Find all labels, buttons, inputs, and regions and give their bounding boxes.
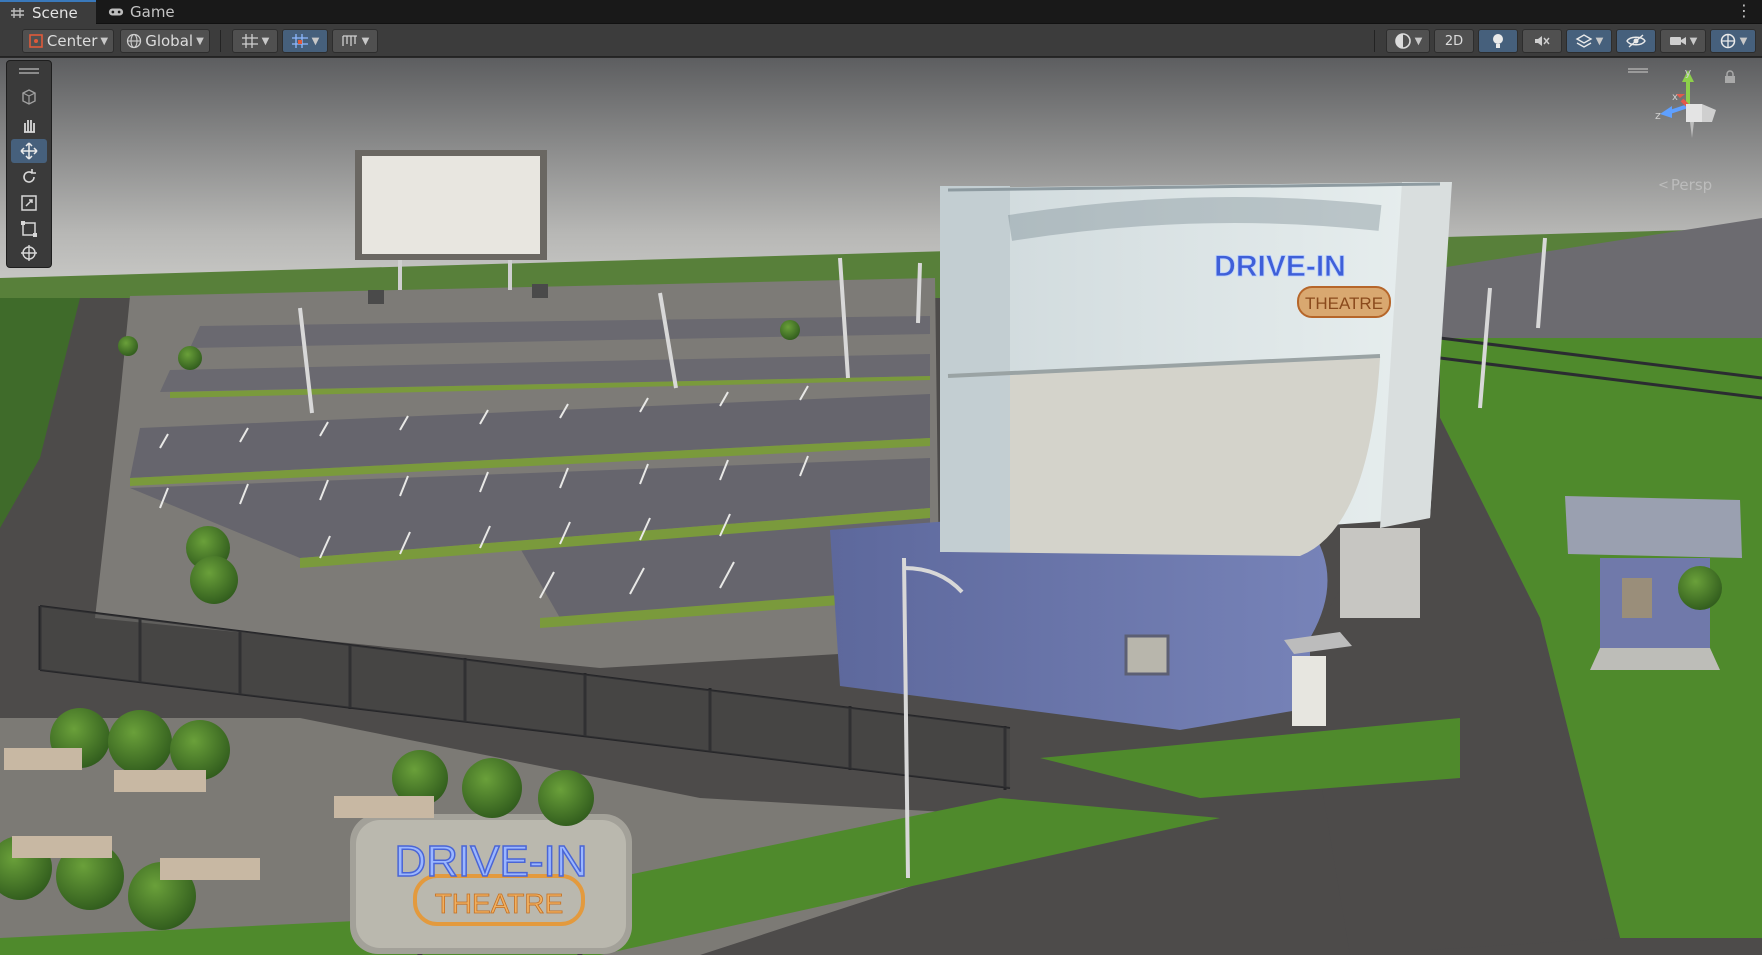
pivot-rotation-dropdown[interactable]: Global ▼	[120, 29, 210, 53]
pivot-mode-dropdown[interactable]: Center ▼	[22, 29, 114, 53]
grid-visibility-button[interactable]: ▼	[232, 29, 278, 53]
toolbar-divider	[220, 30, 221, 52]
shaded-sphere-icon	[1394, 33, 1411, 49]
building-sign-drive-in: DRIVE-IN	[1214, 250, 1346, 283]
tab-scene[interactable]: Scene	[0, 0, 96, 24]
chevron-down-icon: ▼	[196, 35, 204, 47]
toggle-2d-button[interactable]: 2D	[1434, 29, 1474, 53]
camera-settings-dropdown[interactable]: ▼	[1660, 29, 1706, 53]
rect-transform-icon	[21, 221, 37, 237]
lightbulb-icon	[1493, 34, 1503, 48]
transform-gizmo-icon	[21, 245, 37, 261]
rotate-tool-button[interactable]	[11, 165, 47, 189]
cube-icon	[22, 89, 36, 105]
tab-bar: Scene Game ⋮	[0, 0, 1762, 24]
gizmos-dropdown[interactable]: ▼	[1710, 29, 1756, 53]
hand-icon	[24, 120, 35, 133]
building-sign-theatre: THEATRE	[1305, 294, 1383, 313]
toggle-2d-label: 2D	[1444, 33, 1464, 49]
grid-snapping-button[interactable]: ▼	[282, 29, 328, 53]
scene-viewport[interactable]: DRIVE-IN THEATRE DRIVE-IN THEATRE y z x …	[0, 58, 1762, 955]
scale-tool-button[interactable]	[11, 191, 47, 215]
transform-tool-button[interactable]	[11, 241, 47, 265]
toolbar-divider	[1374, 30, 1375, 52]
pivot-rotation-label: Global	[145, 32, 194, 50]
gizmo-y-label: y	[1685, 66, 1692, 79]
scene-toolbar: Center ▼ Global ▼ ▼ ▼ ▼ ▼ 2D ▼ ▼ ▼	[0, 24, 1762, 57]
draw-mode-dropdown[interactable]: ▼	[1386, 29, 1430, 53]
chevron-down-icon: ▼	[1595, 35, 1604, 47]
chevron-down-icon: ▼	[1414, 35, 1423, 47]
lighting-toggle-button[interactable]	[1478, 29, 1518, 53]
scene-render: DRIVE-IN THEATRE DRIVE-IN THEATRE	[0, 58, 1762, 955]
gamepad-icon	[108, 8, 124, 16]
gizmo-x-label: x	[1672, 92, 1678, 103]
scene-orientation-gizmo[interactable]: y z x	[1630, 66, 1750, 186]
grid-toggle-icon	[241, 34, 258, 48]
speaker-muted-icon	[1535, 36, 1550, 46]
effects-dropdown[interactable]: ▼	[1566, 29, 1612, 53]
view-tool-button[interactable]	[11, 113, 47, 137]
ruler-snap-icon	[341, 35, 357, 46]
scale-icon	[21, 195, 37, 211]
tab-game[interactable]: Game	[98, 0, 188, 24]
chevron-down-icon: ▼	[261, 35, 270, 47]
big-sign-theatre: THEATRE	[435, 888, 564, 919]
globe-icon	[127, 33, 142, 49]
more-options-icon[interactable]: ⋮	[1736, 3, 1752, 19]
camera-icon	[1669, 37, 1686, 45]
pivot-center-icon	[29, 34, 43, 48]
view-cube-button[interactable]	[11, 85, 47, 109]
chevron-down-icon: ▼	[361, 35, 370, 47]
rect-tool-button[interactable]	[11, 217, 47, 241]
tool-palette	[6, 60, 52, 268]
big-sign-drive-in: DRIVE-IN	[394, 837, 587, 886]
chevron-down-icon: ▼	[1689, 35, 1698, 47]
projection-label: Persp	[1670, 176, 1713, 194]
move-arrows-icon	[20, 142, 38, 160]
palette-grip[interactable]	[19, 68, 39, 70]
chevron-down-icon: ▼	[311, 35, 320, 47]
pivot-mode-label: Center	[46, 32, 98, 50]
chevron-down-icon: ▼	[100, 35, 109, 47]
rotate-icon	[23, 169, 36, 183]
grid-snap-icon	[291, 34, 308, 48]
scene-view-window: Scene Game ⋮ Center ▼ Global ▼ ▼ ▼ ▼ ▼ 2…	[0, 0, 1762, 955]
tab-scene-label: Scene	[32, 4, 78, 22]
tab-game-label: Game	[130, 3, 175, 21]
move-tool-button[interactable]	[11, 139, 47, 163]
projection-toggle[interactable]: < Persp	[1658, 176, 1712, 194]
eye-hidden-icon	[1626, 34, 1646, 48]
chevron-left-icon: <	[1658, 177, 1669, 193]
hash-grid-icon	[11, 8, 24, 18]
increment-snapping-button[interactable]: ▼	[332, 29, 378, 53]
gizmo-z-label: z	[1655, 109, 1661, 122]
gizmo-globe-icon	[1720, 33, 1735, 49]
audio-toggle-button[interactable]	[1522, 29, 1562, 53]
scene-visibility-button[interactable]	[1616, 29, 1656, 53]
layers-effects-icon	[1575, 34, 1593, 48]
chevron-down-icon: ▼	[1739, 35, 1748, 47]
